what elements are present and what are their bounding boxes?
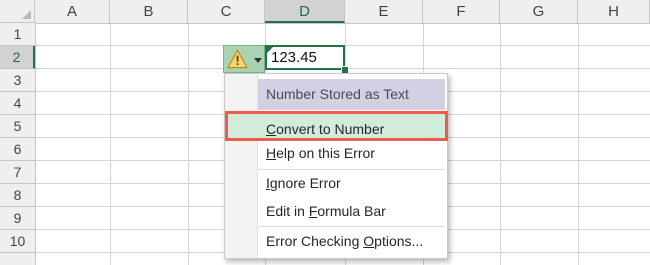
menu-label-part: elp on this Error: [276, 145, 375, 161]
grid-line: [500, 0, 501, 265]
menu-label-part: Error Checking: [266, 233, 364, 249]
row-header-6[interactable]: 6: [0, 138, 35, 161]
row-header-1[interactable]: 1: [0, 23, 35, 46]
error-options-menu: Number Stored as Text Convert to Number …: [224, 73, 448, 259]
menu-header-error-type: Number Stored as Text: [258, 79, 445, 110]
column-header-c[interactable]: C: [188, 0, 265, 23]
grid-line: [110, 0, 111, 265]
select-all-button[interactable]: [0, 0, 35, 23]
row-header-2[interactable]: 2: [0, 46, 35, 69]
menu-item-convert-to-number[interactable]: Convert to Number: [225, 111, 448, 141]
chevron-down-icon: [254, 58, 262, 63]
column-header-f[interactable]: F: [423, 0, 500, 23]
menu-item-error-checking-options[interactable]: Error Checking Options...: [258, 229, 445, 254]
menu-access-key: H: [266, 145, 277, 161]
menu-label-part: Edit in: [266, 203, 309, 219]
menu-item-edit-in-formula-bar[interactable]: Edit in Formula Bar: [258, 199, 445, 224]
row-header-8[interactable]: 8: [0, 184, 35, 207]
row-header-4[interactable]: 4: [0, 92, 35, 115]
select-all-triangle-icon: [22, 10, 31, 19]
warning-icon: [227, 49, 248, 69]
row-header-9[interactable]: 9: [0, 207, 35, 230]
grid-line: [578, 0, 579, 265]
menu-separator: [258, 226, 445, 227]
row-header-10[interactable]: 10: [0, 230, 35, 253]
menu-separator: [258, 169, 445, 170]
menu-access-key: C: [266, 121, 277, 137]
menu-access-key: O: [363, 233, 375, 249]
grid-line: [188, 0, 189, 265]
menu-item-ignore-error[interactable]: Ignore Error: [258, 171, 445, 196]
row-header-7[interactable]: 7: [0, 161, 35, 184]
column-header-e[interactable]: E: [345, 0, 423, 23]
menu-label-part: gnore Error: [269, 175, 341, 191]
column-header-a[interactable]: A: [35, 0, 110, 23]
menu-label-part: ptions...: [374, 233, 424, 249]
spreadsheet-grid: A B C D E F G H 1 2 3 4 5 6 7 8 9 10 123…: [0, 0, 650, 265]
row-header-5[interactable]: 5: [0, 115, 35, 138]
row-header-3[interactable]: 3: [0, 69, 35, 92]
error-indicator-icon: [267, 47, 273, 53]
menu-label-part: ormula Bar: [317, 203, 386, 219]
column-header-b[interactable]: B: [110, 0, 188, 23]
column-header-g[interactable]: G: [500, 0, 578, 23]
active-cell-d2[interactable]: 123.45: [265, 45, 345, 70]
error-checking-button[interactable]: [223, 45, 265, 73]
column-header-h[interactable]: H: [578, 0, 650, 23]
menu-label-part: onvert to Number: [276, 121, 385, 137]
cell-value: 123.45: [271, 49, 317, 66]
column-header-d[interactable]: D: [265, 0, 345, 23]
menu-icon-gutter: [225, 74, 258, 258]
menu-item-help-on-error[interactable]: Help on this Error: [258, 141, 445, 166]
